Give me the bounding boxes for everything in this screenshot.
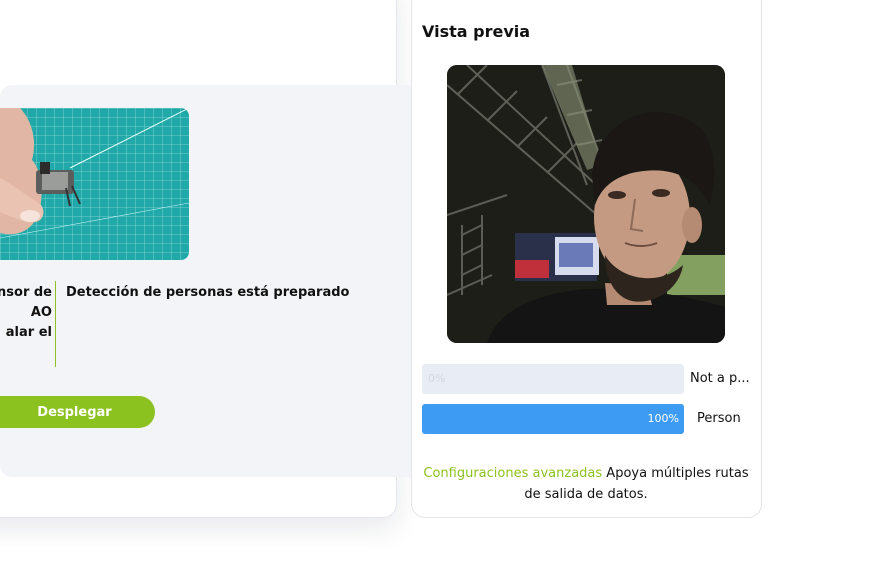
result-label: Person [697, 411, 741, 426]
step-line-2: AO [30, 305, 52, 320]
advanced-settings-note: Configuraciones avanzadas Apoya múltiple… [422, 463, 750, 505]
camera-frame-image [447, 65, 725, 343]
result-percent: 0% [428, 372, 446, 385]
result-percent: 100% [647, 412, 679, 425]
result-label: Not a p... [690, 371, 750, 386]
step-divider [55, 281, 56, 367]
deploy-button[interactable]: Desplegar [0, 396, 155, 428]
step-description: nsor de AO alar el [0, 283, 52, 343]
step-line-1: nsor de [0, 285, 52, 300]
preview-title: Vista previa [422, 22, 531, 41]
result-bar-fill [422, 404, 684, 434]
ready-status: Detección de personas está preparado [66, 285, 350, 300]
advanced-settings-link[interactable]: Configuraciones avanzadas [423, 466, 602, 481]
sensor-hand-image [0, 108, 189, 260]
sensor-thumbnail [0, 108, 189, 260]
camera-preview [447, 65, 725, 343]
result-bar-not-person: 0% [422, 364, 684, 394]
step-line-3: alar el [5, 325, 52, 340]
result-bar-person: 100% [422, 404, 684, 434]
